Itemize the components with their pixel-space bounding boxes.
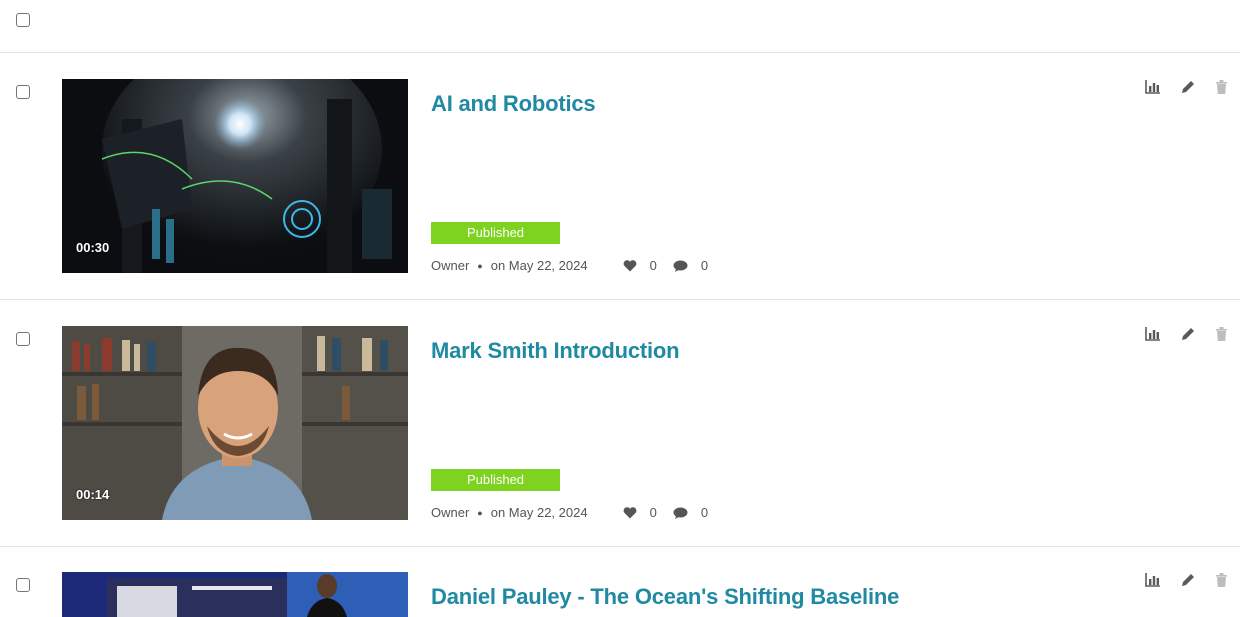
comment-icon xyxy=(673,260,688,272)
entry-thumbnail[interactable] xyxy=(62,572,408,617)
divider xyxy=(0,52,1240,53)
presentation-thumbnail-image xyxy=(62,572,408,617)
entry-stats: 0 0 xyxy=(623,258,724,273)
bar-chart-icon[interactable] xyxy=(1145,327,1161,346)
entry-checkbox[interactable] xyxy=(16,85,30,99)
bar-chart-icon[interactable] xyxy=(1145,573,1161,592)
comments-count: 0 xyxy=(700,505,709,520)
date-label: on May 22, 2024 xyxy=(490,505,588,520)
pencil-icon[interactable] xyxy=(1181,573,1195,592)
entry-row: 00:14 Mark Smith Introduction Published … xyxy=(0,326,1240,572)
pencil-icon[interactable] xyxy=(1181,80,1195,99)
status-badge: Published xyxy=(431,469,560,491)
entry-actions xyxy=(1145,573,1228,592)
entry-row: Daniel Pauley - The Ocean's Shifting Bas… xyxy=(0,572,1240,617)
entry-thumbnail[interactable]: 00:14 xyxy=(62,326,408,520)
divider xyxy=(0,546,1240,547)
entry-title[interactable]: Mark Smith Introduction xyxy=(431,338,680,364)
pencil-icon[interactable] xyxy=(1181,327,1195,346)
entry-thumbnail[interactable]: 00:30 xyxy=(62,79,408,273)
comment-icon xyxy=(673,507,688,519)
entry-meta: Owner ● on May 22, 2024 0 0 xyxy=(431,505,724,520)
heart-icon xyxy=(623,259,636,271)
select-all-checkbox-wrapper xyxy=(16,13,30,27)
duration-label: 00:14 xyxy=(76,487,110,502)
likes-count: 0 xyxy=(649,258,657,273)
robotics-thumbnail-image xyxy=(62,79,408,273)
trash-icon[interactable] xyxy=(1215,327,1228,346)
select-all-checkbox[interactable] xyxy=(16,13,30,27)
divider xyxy=(0,299,1240,300)
entry-title[interactable]: AI and Robotics xyxy=(431,91,596,117)
comments-count: 0 xyxy=(700,258,709,273)
entry-title[interactable]: Daniel Pauley - The Ocean's Shifting Bas… xyxy=(431,584,899,610)
entry-stats: 0 0 xyxy=(623,505,724,520)
separator-dot: ● xyxy=(477,507,483,518)
entry-checkbox[interactable] xyxy=(16,578,30,592)
entry-checkbox[interactable] xyxy=(16,332,30,346)
owner-label: Owner xyxy=(431,258,470,273)
date-label: on May 22, 2024 xyxy=(490,258,588,273)
entry-meta: Owner ● on May 22, 2024 0 0 xyxy=(431,258,724,273)
heart-icon xyxy=(623,506,636,518)
trash-icon[interactable] xyxy=(1215,573,1228,592)
bar-chart-icon[interactable] xyxy=(1145,80,1161,99)
separator-dot: ● xyxy=(477,260,483,271)
duration-label: 00:30 xyxy=(76,240,110,255)
entry-actions xyxy=(1145,80,1228,99)
entry-actions xyxy=(1145,327,1228,346)
status-badge: Published xyxy=(431,222,560,244)
entry-row: 00:30 AI and Robotics Published Owner ● … xyxy=(0,79,1240,325)
likes-count: 0 xyxy=(649,505,657,520)
man-portrait-thumbnail-image xyxy=(62,326,408,520)
trash-icon[interactable] xyxy=(1215,80,1228,99)
owner-label: Owner xyxy=(431,505,470,520)
